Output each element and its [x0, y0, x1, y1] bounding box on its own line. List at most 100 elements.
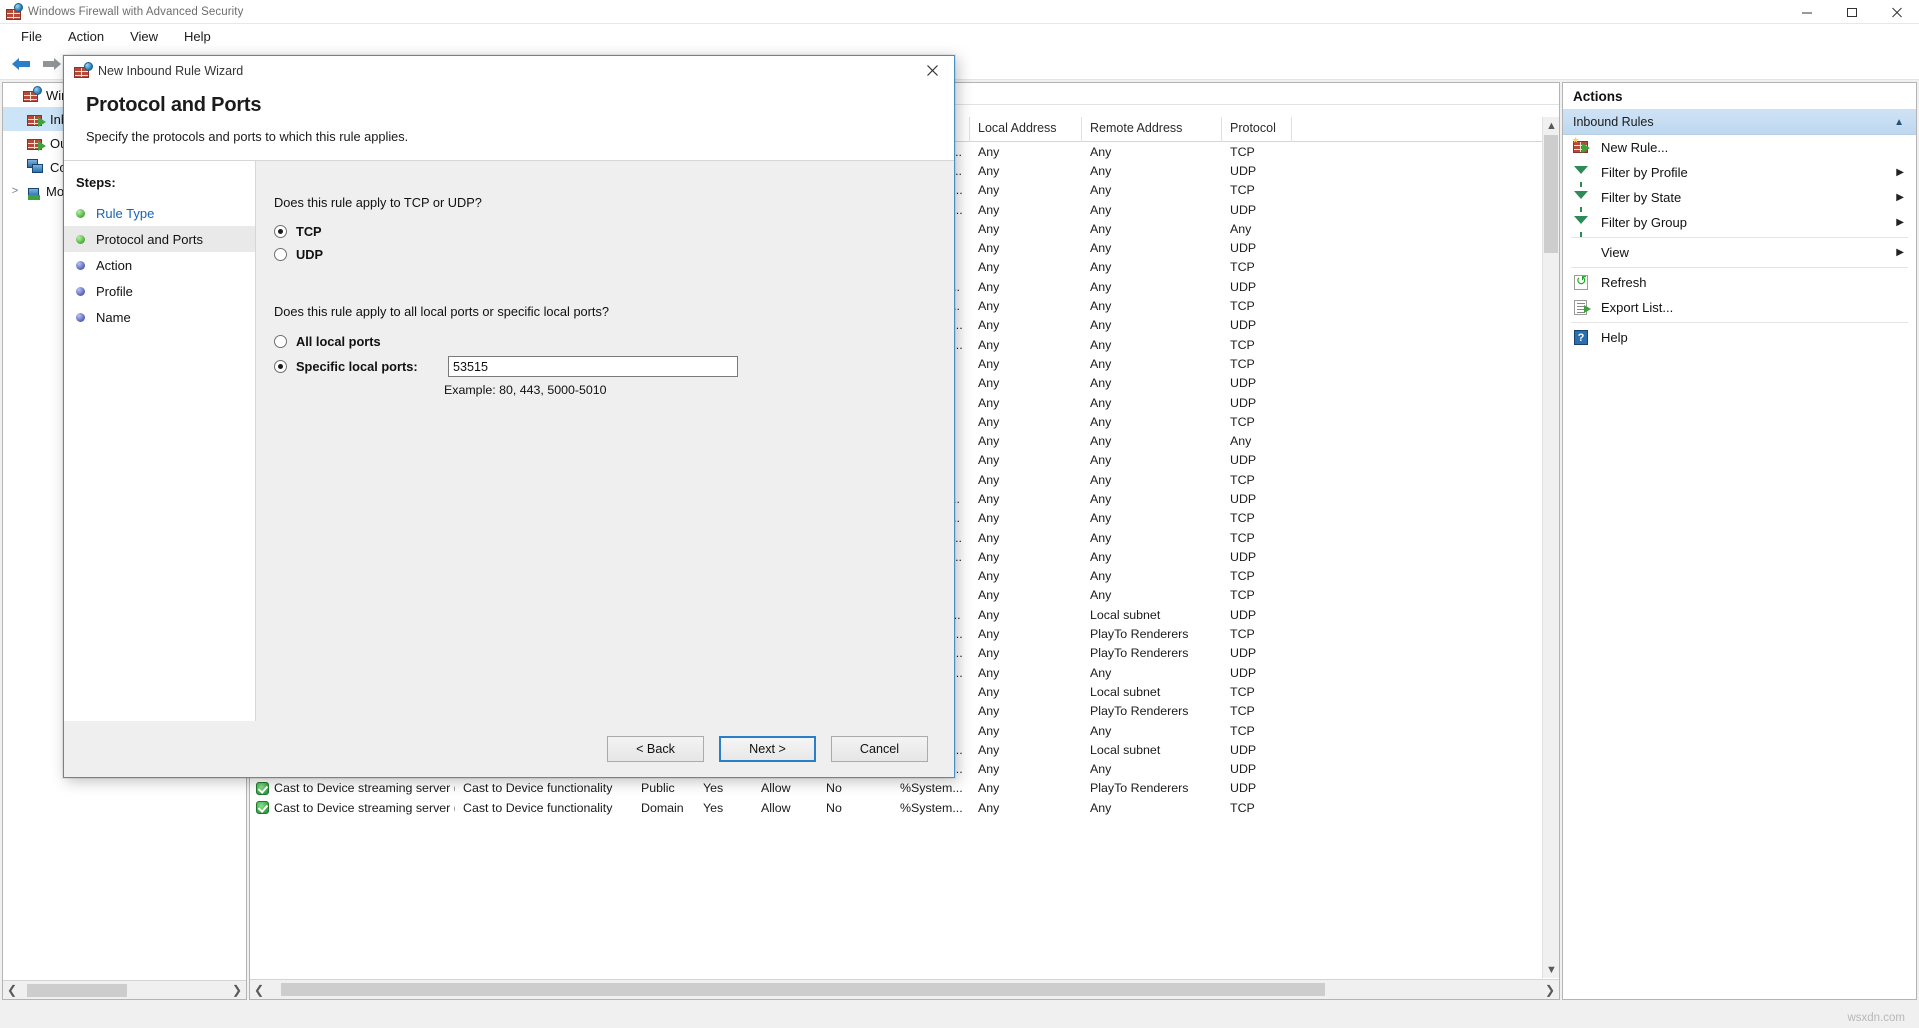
chevron-right-icon[interactable]: ▶ — [1896, 192, 1904, 203]
wizard-step-name[interactable]: Name — [64, 304, 255, 330]
cell-protocol: UDP — [1230, 241, 1257, 256]
chevron-right-icon[interactable]: ▶ — [1896, 217, 1904, 228]
chevron-right-icon[interactable]: ▶ — [1896, 247, 1904, 258]
action-filter-by-group[interactable]: Filter by Group ▶ — [1563, 210, 1916, 237]
radio-option-specific-local-ports[interactable]: Specific local ports: — [274, 356, 954, 377]
action-refresh[interactable]: Refresh — [1563, 270, 1916, 295]
cell-local: Any — [978, 530, 1000, 545]
radio-udp-indicator[interactable] — [274, 248, 287, 261]
refresh-icon — [1573, 273, 1591, 291]
step-dot-icon — [76, 260, 85, 270]
dialog-header: Protocol and Ports Specify the protocols… — [64, 86, 954, 160]
action-filter-by-profile[interactable]: Filter by Profile ▶ — [1563, 160, 1916, 187]
cell-remote: Any — [1090, 723, 1112, 738]
table-row[interactable]: Cast to Device streaming server (RTSP-St… — [250, 798, 1559, 817]
action-new-rule[interactable]: New Rule... — [1563, 135, 1916, 160]
scroll-track[interactable] — [21, 981, 228, 999]
scroll-left-icon[interactable]: ❮ — [250, 981, 268, 998]
specific-ports-input[interactable] — [448, 356, 738, 377]
rules-vertical-scrollbar[interactable]: ▲ ▼ — [1542, 117, 1559, 978]
close-button[interactable] — [1874, 0, 1919, 24]
help-icon: ? — [1573, 329, 1591, 346]
cancel-button[interactable]: Cancel — [831, 736, 928, 762]
cell-protocol: TCP — [1230, 723, 1255, 738]
cell-remote: Any — [1090, 434, 1112, 449]
back-button[interactable] — [6, 51, 36, 77]
menu-help[interactable]: Help — [171, 26, 224, 47]
cell-remote: Any — [1090, 511, 1112, 526]
cell-local: Any — [978, 742, 1000, 757]
wizard-step-protocol-and-ports[interactable]: Protocol and Ports — [64, 226, 255, 252]
back-button[interactable]: < Back — [607, 736, 704, 762]
rules-horizontal-scrollbar[interactable]: ❮ ❯ — [250, 979, 1559, 999]
dialog-close-button[interactable] — [910, 56, 954, 85]
cell-remote: Any — [1090, 337, 1112, 352]
scroll-thumb[interactable] — [1544, 135, 1558, 253]
radio-option-tcp[interactable]: TCP — [274, 224, 954, 239]
tree-horizontal-scrollbar[interactable]: ❮ ❯ — [3, 980, 246, 999]
actions-divider — [1571, 267, 1908, 268]
cell-local: Any — [978, 356, 1000, 371]
cell-remote: Any — [1090, 530, 1112, 545]
dialog-subheading: Specify the protocols and ports to which… — [86, 129, 409, 144]
cell-protocol: UDP — [1230, 762, 1257, 777]
next-button[interactable]: Next > — [719, 736, 816, 762]
radio-specific-ports-indicator[interactable] — [274, 360, 287, 373]
cell-protocol: TCP — [1230, 414, 1255, 429]
cell-protocol: UDP — [1230, 318, 1257, 333]
cell-protocol: UDP — [1230, 163, 1257, 178]
scroll-track[interactable] — [268, 981, 1541, 998]
scroll-down-icon[interactable]: ▼ — [1543, 961, 1559, 978]
minimize-button[interactable] — [1784, 0, 1829, 24]
filter-icon — [1573, 190, 1591, 212]
action-label: Filter by Profile — [1601, 165, 1688, 180]
action-label: Help — [1601, 330, 1628, 345]
firewall-globe-icon — [74, 61, 93, 79]
action-label: New Rule... — [1601, 140, 1669, 155]
cell-protocol: UDP — [1230, 453, 1257, 468]
dialog-footer: < Back Next > Cancel — [64, 721, 954, 777]
wizard-step-rule-type[interactable]: Rule Type — [64, 200, 255, 226]
action-export-list[interactable]: Export List... — [1563, 295, 1916, 320]
chevron-up-icon[interactable]: ▲ — [1894, 117, 1904, 128]
cell-protocol: UDP — [1230, 395, 1257, 410]
wizard-step-action[interactable]: Action — [64, 252, 255, 278]
action-view[interactable]: View ▶ — [1563, 240, 1916, 265]
column-header-local-address[interactable]: Local Address — [970, 117, 1082, 142]
cell-protocol: TCP — [1230, 356, 1255, 371]
cell-local: Any — [978, 588, 1000, 603]
table-row[interactable]: Cast to Device streaming server (RTCP-St… — [250, 779, 1559, 798]
menu-file[interactable]: File — [8, 26, 55, 47]
radio-option-all-local-ports[interactable]: All local ports — [274, 334, 954, 349]
cell-remote: Any — [1090, 279, 1112, 294]
menu-view[interactable]: View — [117, 26, 171, 47]
cell-name: Cast to Device streaming server (RTSP-St… — [250, 801, 455, 815]
watermark-text: wsxdn.com — [1847, 1012, 1905, 1024]
forward-button[interactable] — [36, 51, 66, 77]
radio-all-ports-indicator[interactable] — [274, 335, 287, 348]
menu-action[interactable]: Action — [55, 26, 117, 47]
scroll-thumb[interactable] — [27, 983, 127, 997]
radio-option-udp[interactable]: UDP — [274, 247, 954, 262]
ports-question: Does this rule apply to all local ports … — [274, 304, 610, 319]
cell-remote: PlayTo Renderers — [1090, 627, 1189, 642]
scroll-left-icon[interactable]: ❮ — [3, 982, 21, 999]
cell-remote: Any — [1090, 569, 1112, 584]
chevron-right-icon[interactable]: ▶ — [1896, 167, 1904, 178]
scroll-right-icon[interactable]: ❯ — [228, 982, 246, 999]
scroll-up-icon[interactable]: ▲ — [1543, 117, 1559, 134]
scroll-thumb[interactable] — [280, 983, 1325, 996]
cell-local: Any — [978, 337, 1000, 352]
scroll-right-icon[interactable]: ❯ — [1541, 981, 1559, 998]
wizard-step-profile[interactable]: Profile — [64, 278, 255, 304]
actions-section-inbound-rules[interactable]: Inbound Rules ▲ — [1563, 110, 1916, 135]
column-header-remote-address[interactable]: Remote Address — [1082, 117, 1222, 142]
maximize-button[interactable] — [1829, 0, 1874, 24]
action-filter-by-state[interactable]: Filter by State ▶ — [1563, 185, 1916, 212]
tree-expander-monitoring[interactable]: > — [7, 185, 23, 197]
column-header-protocol[interactable]: Protocol — [1222, 117, 1292, 142]
radio-tcp-indicator[interactable] — [274, 225, 287, 238]
cell-protocol: TCP — [1230, 530, 1255, 545]
cell-protocol: TCP — [1230, 704, 1255, 719]
action-help[interactable]: ? Help — [1563, 325, 1916, 350]
